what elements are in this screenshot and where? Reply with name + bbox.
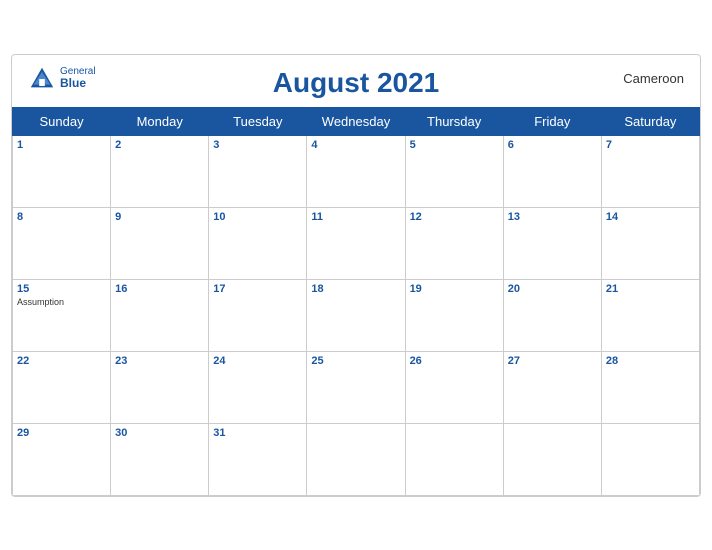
calendar-container: General Blue August 2021 Cameroon Sunday… — [11, 54, 701, 497]
day-number: 23 — [115, 355, 204, 367]
day-number: 16 — [115, 283, 204, 295]
day-number: 13 — [508, 211, 597, 223]
day-number: 15 — [17, 283, 106, 295]
day-number: 26 — [410, 355, 499, 367]
day-number: 1 — [17, 139, 106, 151]
day-number: 4 — [311, 139, 400, 151]
calendar-cell: 5 — [405, 135, 503, 207]
calendar-cell: 11 — [307, 207, 405, 279]
day-number: 18 — [311, 283, 400, 295]
day-number: 19 — [410, 283, 499, 295]
calendar-cell: 7 — [601, 135, 699, 207]
day-number: 27 — [508, 355, 597, 367]
calendar-cell: 22 — [13, 351, 111, 423]
calendar-cell: 21 — [601, 279, 699, 351]
day-number: 10 — [213, 211, 302, 223]
day-number: 2 — [115, 139, 204, 151]
logo-icon — [28, 65, 56, 93]
calendar-cell: 14 — [601, 207, 699, 279]
calendar-cell: 18 — [307, 279, 405, 351]
day-number: 24 — [213, 355, 302, 367]
day-number: 25 — [311, 355, 400, 367]
day-number: 28 — [606, 355, 695, 367]
calendar-cell: 10 — [209, 207, 307, 279]
calendar-cell: 28 — [601, 351, 699, 423]
day-number: 17 — [213, 283, 302, 295]
day-event: Assumption — [17, 297, 106, 307]
calendar-week-row: 15 Assumption 16 17 18 19 20 21 — [13, 279, 700, 351]
day-number: 11 — [311, 211, 400, 223]
calendar-grid: Sunday Monday Tuesday Wednesday Thursday… — [12, 107, 700, 496]
day-number: 5 — [410, 139, 499, 151]
weekday-monday: Monday — [111, 107, 209, 135]
weekday-tuesday: Tuesday — [209, 107, 307, 135]
calendar-cell: 13 — [503, 207, 601, 279]
weekday-sunday: Sunday — [13, 107, 111, 135]
day-number: 7 — [606, 139, 695, 151]
day-number: 21 — [606, 283, 695, 295]
calendar-week-row: 1234567 — [13, 135, 700, 207]
calendar-cell: 26 — [405, 351, 503, 423]
logo: General Blue — [28, 65, 96, 93]
calendar-cell — [307, 423, 405, 495]
calendar-cell: 27 — [503, 351, 601, 423]
calendar-cell — [601, 423, 699, 495]
calendar-cell: 16 — [111, 279, 209, 351]
calendar-week-row: 29 30 31 — [13, 423, 700, 495]
calendar-cell — [405, 423, 503, 495]
calendar-cell: 6 — [503, 135, 601, 207]
calendar-cell: 29 — [13, 423, 111, 495]
day-number: 31 — [213, 427, 302, 439]
calendar-cell: 24 — [209, 351, 307, 423]
calendar-cell: 8 — [13, 207, 111, 279]
weekday-wednesday: Wednesday — [307, 107, 405, 135]
calendar-title: August 2021 — [273, 67, 440, 99]
calendar-cell: 4 — [307, 135, 405, 207]
weekday-saturday: Saturday — [601, 107, 699, 135]
calendar-cell: 17 — [209, 279, 307, 351]
day-number: 9 — [115, 211, 204, 223]
weekday-header-row: Sunday Monday Tuesday Wednesday Thursday… — [13, 107, 700, 135]
day-number: 30 — [115, 427, 204, 439]
logo-blue-text: Blue — [60, 77, 96, 90]
calendar-cell: 9 — [111, 207, 209, 279]
day-number: 6 — [508, 139, 597, 151]
calendar-cell: 2 — [111, 135, 209, 207]
day-number: 22 — [17, 355, 106, 367]
weekday-friday: Friday — [503, 107, 601, 135]
country-label: Cameroon — [623, 71, 684, 86]
calendar-header: General Blue August 2021 Cameroon — [12, 55, 700, 107]
calendar-cell: 19 — [405, 279, 503, 351]
calendar-cell: 20 — [503, 279, 601, 351]
calendar-week-row: 22 23 24 25 26 27 28 — [13, 351, 700, 423]
calendar-cell: 1 — [13, 135, 111, 207]
day-number: 12 — [410, 211, 499, 223]
day-number: 20 — [508, 283, 597, 295]
calendar-cell: 30 — [111, 423, 209, 495]
weekday-thursday: Thursday — [405, 107, 503, 135]
calendar-week-row: 89 10 11 12 13 14 — [13, 207, 700, 279]
calendar-cell — [503, 423, 601, 495]
logo-text: General Blue — [60, 66, 96, 90]
calendar-cell: 3 — [209, 135, 307, 207]
calendar-body: 123456789101112131415Assumption161718192… — [13, 135, 700, 495]
day-number: 3 — [213, 139, 302, 151]
day-number: 14 — [606, 211, 695, 223]
calendar-cell: 25 — [307, 351, 405, 423]
calendar-cell: 31 — [209, 423, 307, 495]
day-number: 29 — [17, 427, 106, 439]
calendar-cell: 12 — [405, 207, 503, 279]
day-number: 8 — [17, 211, 106, 223]
calendar-cell: 23 — [111, 351, 209, 423]
calendar-cell: 15 Assumption — [13, 279, 111, 351]
